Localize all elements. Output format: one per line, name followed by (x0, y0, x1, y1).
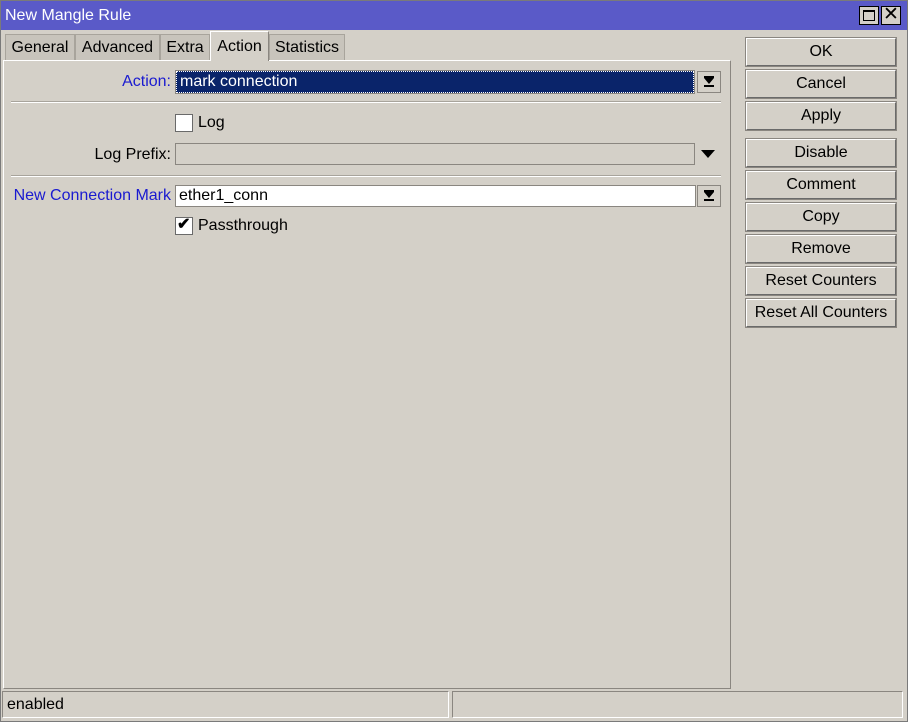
status-right-pane (452, 691, 903, 718)
tab-extra[interactable]: Extra (160, 34, 210, 60)
section-divider (11, 175, 721, 177)
reset-counters-button[interactable]: Reset Counters (745, 266, 897, 296)
passthrough-checkbox[interactable]: ✔ (175, 216, 193, 235)
maximize-icon (863, 10, 875, 21)
tab-action[interactable]: Action (210, 31, 269, 61)
new-connection-mark-label: New Connection Mark (13, 187, 171, 204)
title-bar[interactable]: New Mangle Rule ✕ (1, 1, 907, 30)
copy-button[interactable]: Copy (745, 202, 897, 232)
log-prefix-label: Log Prefix: (94, 146, 171, 163)
chevron-down-icon (704, 192, 714, 198)
action-label: Action: (122, 73, 171, 90)
close-icon: ✕ (883, 4, 899, 25)
comment-button[interactable]: Comment (745, 170, 897, 200)
chevron-down-icon[interactable] (701, 150, 715, 158)
dropdown-bar-icon (704, 85, 714, 87)
status-enabled: enabled (2, 691, 449, 718)
dropdown-bar-icon (704, 199, 714, 201)
log-prefix-field[interactable] (175, 143, 695, 165)
connection-mark-dropdown-button[interactable] (697, 185, 721, 207)
tab-statistics[interactable]: Statistics (269, 34, 345, 60)
disable-button[interactable]: Disable (745, 138, 897, 168)
section-divider (11, 101, 721, 103)
window-title: New Mangle Rule (5, 7, 132, 24)
maximize-button[interactable] (859, 6, 879, 25)
tab-advanced[interactable]: Advanced (75, 34, 160, 60)
passthrough-label: Passthrough (198, 217, 288, 234)
new-connection-mark-field[interactable]: ether1_conn (175, 185, 696, 207)
action-dropdown-button[interactable] (697, 71, 721, 93)
chevron-down-icon (704, 78, 714, 84)
reset-all-counters-button[interactable]: Reset All Counters (745, 298, 897, 328)
close-button[interactable]: ✕ (881, 4, 901, 25)
ok-button[interactable]: OK (745, 37, 897, 67)
mangle-rule-window: New Mangle Rule ✕ General Advanced Extra… (0, 0, 908, 722)
action-select[interactable]: mark connection (175, 70, 695, 94)
log-checkbox[interactable] (175, 114, 193, 132)
remove-button[interactable]: Remove (745, 234, 897, 264)
tab-general[interactable]: General (5, 34, 75, 60)
apply-button[interactable]: Apply (745, 101, 897, 131)
cancel-button[interactable]: Cancel (745, 69, 897, 99)
checkmark-icon: ✔ (177, 216, 191, 233)
log-label: Log (198, 114, 225, 131)
